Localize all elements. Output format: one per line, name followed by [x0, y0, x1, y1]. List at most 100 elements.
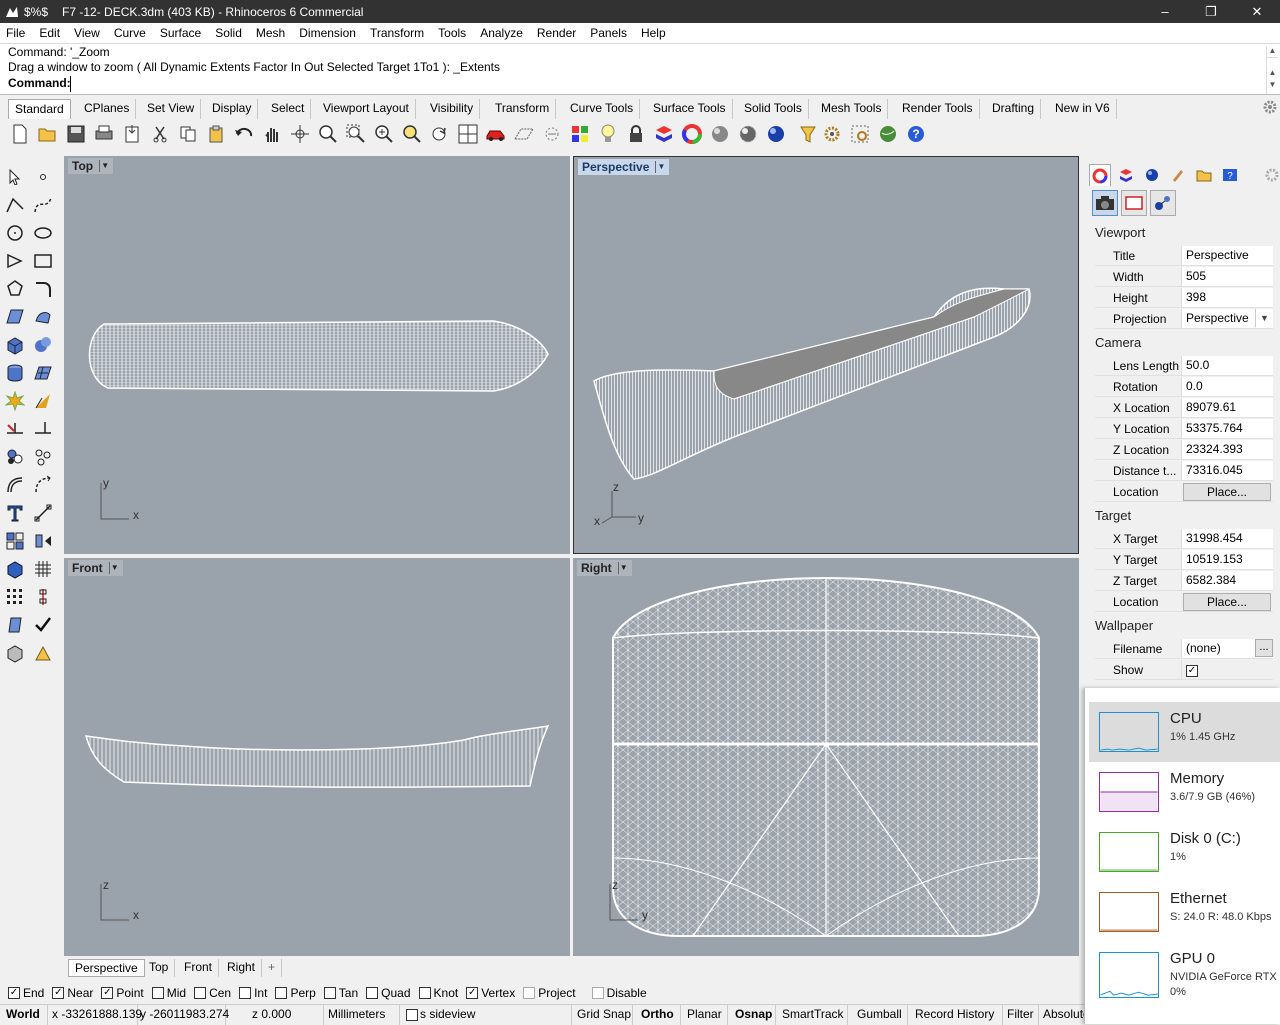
status-osnap[interactable]: Osnap [731, 1005, 776, 1025]
menu-help[interactable]: Help [634, 23, 673, 43]
settings-icon[interactable] [820, 122, 844, 146]
render-mesh-icon[interactable] [2, 640, 28, 666]
menu-dimension[interactable]: Dimension [292, 23, 363, 43]
render-sphere-icon[interactable] [764, 122, 788, 146]
osnap-knot[interactable]: Knot [418, 986, 458, 1000]
paste-icon[interactable] [204, 122, 228, 146]
status-record-history[interactable]: Record History [911, 1005, 1003, 1025]
osnap-int[interactable]: Int [239, 986, 267, 1000]
tab-select[interactable]: Select [265, 99, 312, 119]
tab-curve-tools[interactable]: Curve Tools [564, 99, 641, 119]
fillet-curve-icon[interactable] [30, 276, 56, 302]
prop-x-target-field[interactable]: 31998.454 [1181, 529, 1273, 548]
tab-cplanes[interactable]: CPlanes [78, 99, 137, 119]
tab-viewport-layout[interactable]: Viewport Layout [317, 99, 416, 119]
hide-icon[interactable] [540, 122, 564, 146]
polyline-icon[interactable] [2, 192, 28, 218]
prop-x-location-field[interactable]: 89079.61 [1181, 398, 1273, 417]
viewport-top[interactable]: Top ▼ y x [64, 156, 570, 554]
panel-options-gear-icon[interactable] [1261, 164, 1280, 186]
check-icon[interactable] [30, 612, 56, 638]
osnap-perp[interactable]: Perp [275, 986, 316, 1000]
menu-file[interactable]: File [0, 23, 32, 43]
perf-item-disk[interactable]: Disk 0 (C:) 1% [1089, 822, 1280, 882]
osnap-tan[interactable]: Tan [323, 986, 358, 1000]
grid-points-icon[interactable] [2, 584, 28, 610]
checkbox-icon[interactable] [418, 987, 431, 999]
camera-place-button[interactable]: Place... [1183, 482, 1271, 501]
prop-rotation-field[interactable]: 0.0 [1181, 377, 1273, 396]
tab-visibility[interactable]: Visibility [424, 99, 481, 119]
restore-button[interactable]: ❐ [1188, 0, 1234, 23]
tab-standard[interactable]: Standard [8, 99, 71, 119]
help-tab-icon[interactable]: ? [1219, 164, 1241, 186]
menu-analyze[interactable]: Analyze [473, 23, 530, 43]
cut-icon[interactable] [148, 122, 172, 146]
pan-icon[interactable] [260, 122, 284, 146]
print-icon[interactable] [92, 122, 116, 146]
status-planar[interactable]: Planar [683, 1005, 728, 1025]
four-viewports-icon[interactable] [456, 122, 480, 146]
layers-tab-icon[interactable] [1115, 164, 1137, 186]
object-properties-icon[interactable] [1150, 190, 1176, 216]
ellipse-icon[interactable] [30, 220, 56, 246]
prop-title-field[interactable]: Perspective [1181, 246, 1273, 265]
checkbox-checked-icon[interactable]: ✓ [466, 987, 479, 999]
tab-render-tools[interactable]: Render Tools [896, 99, 980, 119]
layer-icon[interactable] [652, 122, 676, 146]
menu-panels[interactable]: Panels [583, 23, 634, 43]
checkbox-checked-icon[interactable]: ✓ [52, 987, 65, 999]
osnap-project[interactable]: Project [523, 986, 576, 1000]
osnap-cen[interactable]: Cen [194, 986, 231, 1000]
planet-icon[interactable] [876, 122, 900, 146]
osnap-vertex[interactable]: ✓ Vertex [466, 986, 515, 1000]
viewport-tab-front[interactable]: Front [178, 959, 220, 977]
hatch-icon[interactable] [30, 556, 56, 582]
cplane-icon[interactable] [512, 122, 536, 146]
viewport-frame-icon[interactable] [1121, 190, 1147, 216]
split-icon[interactable] [30, 416, 56, 442]
status-smarttrack[interactable]: SmartTrack [778, 1005, 848, 1025]
properties-tab-color-icon[interactable] [1089, 164, 1111, 186]
checkbox-checked-icon[interactable]: ✓ [101, 987, 114, 999]
tab-set-view[interactable]: Set View [141, 99, 202, 119]
status-grid-snap[interactable]: Grid Snap [573, 1005, 633, 1025]
browse-button[interactable]: ... [1255, 639, 1273, 657]
osnap-mid[interactable]: Mid [151, 986, 186, 1000]
surface-corner-icon[interactable] [2, 304, 28, 330]
prop-y-target-field[interactable]: 10519.153 [1181, 550, 1273, 569]
save-icon[interactable] [64, 122, 88, 146]
box-solid-icon[interactable] [2, 556, 28, 582]
light-icon[interactable] [596, 122, 620, 146]
viewport-tab-right[interactable]: Right [221, 959, 263, 977]
render-tab-icon[interactable] [1167, 164, 1189, 186]
perf-item-cpu[interactable]: CPU 1% 1.45 GHz [1089, 702, 1280, 762]
text-icon[interactable] [2, 500, 28, 526]
options-icon[interactable] [796, 122, 820, 146]
tab-display[interactable]: Display [206, 99, 259, 119]
libraries-tab-icon[interactable] [1193, 164, 1215, 186]
tab-transform[interactable]: Transform [489, 99, 557, 119]
ungroup-icon[interactable] [30, 444, 56, 470]
circle-icon[interactable] [2, 220, 28, 246]
gear-options-icon[interactable] [848, 122, 872, 146]
car-icon[interactable] [484, 122, 508, 146]
rotate-icon[interactable] [428, 122, 452, 146]
tab-new-in-v6[interactable]: New in V6 [1049, 99, 1117, 119]
viewport-perspective[interactable]: Perspective ▼ z y x [573, 156, 1079, 554]
perf-item-gpu[interactable]: GPU 0 NVIDIA GeForce RTX 0% [1089, 942, 1280, 1002]
menu-transform[interactable]: Transform [363, 23, 431, 43]
checkbox-checked-icon[interactable]: ✓ [1186, 665, 1198, 677]
point-icon[interactable] [30, 164, 56, 190]
prop-lens-length-field[interactable]: 50.0 [1181, 356, 1273, 375]
copy-icon[interactable] [176, 122, 200, 146]
trim-icon[interactable] [2, 416, 28, 442]
zoom-selected-icon[interactable] [400, 122, 424, 146]
cylinder-icon[interactable] [2, 360, 28, 386]
minimize-button[interactable]: – [1142, 0, 1188, 23]
new-icon[interactable] [8, 122, 32, 146]
status-filter[interactable]: Filter [1003, 1005, 1039, 1025]
status-absolute[interactable]: Absolute [1039, 1005, 1090, 1025]
viewport-front[interactable]: Front ▼ z x [64, 558, 570, 956]
sphere-icon[interactable] [30, 332, 56, 358]
